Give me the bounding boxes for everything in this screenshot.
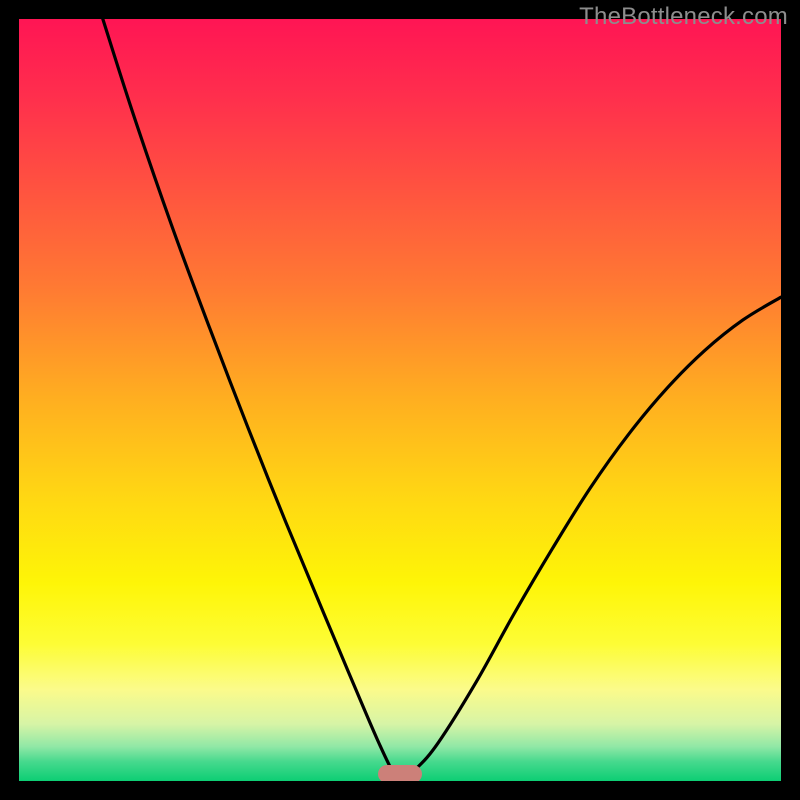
gradient-background xyxy=(19,19,781,781)
minimum-marker xyxy=(378,765,422,781)
chart-frame: TheBottleneck.com xyxy=(0,0,800,800)
chart-svg xyxy=(19,19,781,781)
watermark-text: TheBottleneck.com xyxy=(579,3,788,31)
plot-area xyxy=(19,19,781,781)
